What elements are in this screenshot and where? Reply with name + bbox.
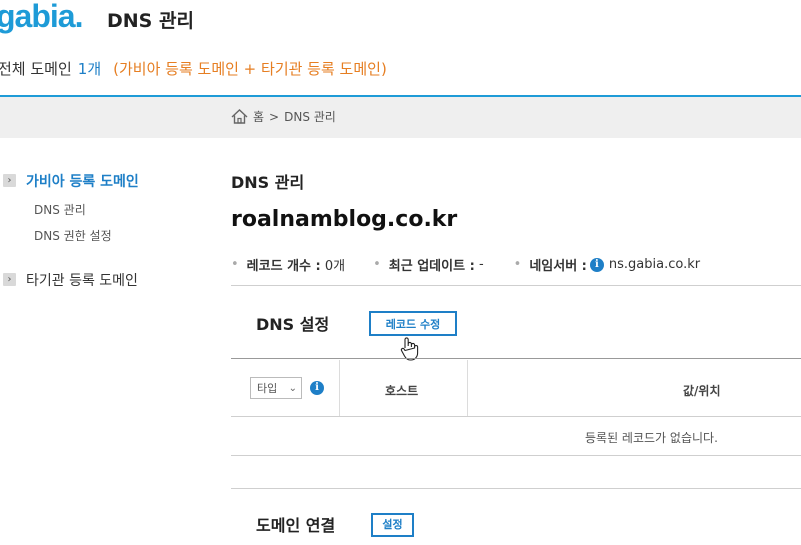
breadcrumb-current: DNS 관리 xyxy=(284,110,336,124)
sidebar-item-other-domains[interactable]: 타기관 등록 도메인 xyxy=(26,270,138,290)
breadcrumb-home[interactable]: 홈 xyxy=(253,108,264,125)
home-icon[interactable] xyxy=(231,109,248,124)
chevron-down-icon: ⌄ xyxy=(288,382,297,394)
domain-summary: 전체 도메인 1개 (가비아 등록 도메인 + 타기관 등록 도메인) xyxy=(0,58,387,79)
domain-name: roalnamblog.co.kr xyxy=(231,207,458,232)
summary-note: (가비아 등록 도메인 + 타기관 등록 도메인) xyxy=(113,60,387,78)
page-title: DNS 관리 xyxy=(231,173,305,192)
domain-meta: • 레코드 개수 : 0개 • 최근 업데이트 : - • 네임서버 : i n… xyxy=(231,255,700,274)
column-header-host: 호스트 xyxy=(385,384,419,398)
column-divider xyxy=(467,360,468,416)
domain-link-settings-button[interactable]: 설정 xyxy=(371,513,414,537)
sidebar-item-gabia-domains[interactable]: 가비아 등록 도메인 xyxy=(26,171,139,191)
info-icon[interactable]: i xyxy=(589,257,604,272)
meta-record-count: • 레코드 개수 : 0개 xyxy=(231,257,346,274)
type-select[interactable]: 타입 ⌄ xyxy=(250,377,302,399)
chevron-right-icon: › xyxy=(3,174,16,187)
summary-label: 전체 도메인 xyxy=(0,60,72,78)
column-header-value: 값/위치 xyxy=(683,384,721,398)
dns-settings-title: DNS 설정 xyxy=(256,315,330,334)
breadcrumb-bar xyxy=(0,95,801,138)
breadcrumb-separator: > xyxy=(269,109,280,124)
divider xyxy=(231,416,801,417)
table-top-border xyxy=(231,358,801,359)
domain-link-title: 도메인 연결 xyxy=(256,516,336,535)
sidebar-subitem-dns-permission[interactable]: DNS 권한 설정 xyxy=(34,227,112,244)
gabia-logo[interactable]: gabia. xyxy=(0,0,83,35)
column-divider xyxy=(339,360,340,416)
summary-count: 1개 xyxy=(77,60,102,78)
divider xyxy=(231,455,801,456)
empty-table-message: 등록된 레코드가 없습니다. xyxy=(585,431,718,445)
meta-nameserver: • 네임서버 : i ns.gabia.co.kr xyxy=(513,257,701,274)
meta-last-update: • 최근 업데이트 : - xyxy=(373,257,484,274)
chevron-right-icon: › xyxy=(3,273,16,286)
edit-records-button[interactable]: 레코드 수정 xyxy=(369,311,457,336)
info-icon[interactable]: i xyxy=(310,381,324,395)
divider xyxy=(231,488,801,489)
breadcrumb: 홈 > DNS 관리 xyxy=(231,108,336,125)
divider xyxy=(231,285,801,286)
sidebar-subitem-dns-manage[interactable]: DNS 관리 xyxy=(34,201,86,218)
app-title: DNS 관리 xyxy=(107,10,194,32)
